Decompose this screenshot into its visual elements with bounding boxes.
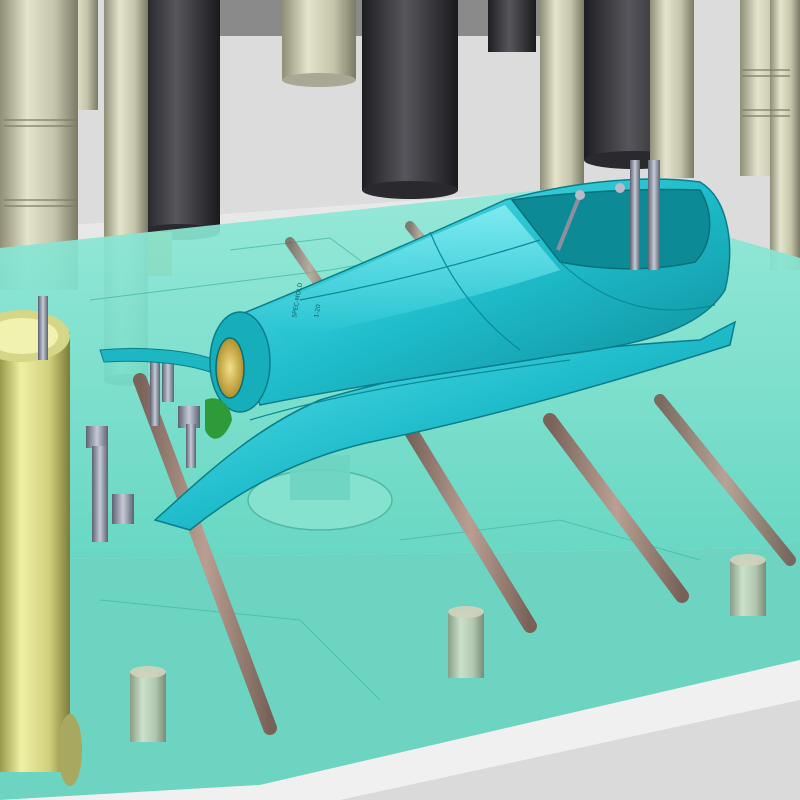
cylinder-light <box>770 0 800 270</box>
cylinder-dark <box>362 0 458 190</box>
cylinder-light <box>540 0 584 190</box>
left-yellow-cylinder <box>0 310 82 786</box>
cylinder-dark <box>140 0 220 232</box>
cylinder-light <box>282 0 356 80</box>
fin-heel-inner <box>215 337 245 399</box>
cylinder-dark-cap <box>362 181 458 199</box>
cylinder-light <box>650 0 694 178</box>
cylinder-light-cap <box>282 73 356 87</box>
cylinder-dark <box>488 0 536 52</box>
mold-assembly-scene: SPEC-MOLD 1-20 <box>0 0 800 800</box>
